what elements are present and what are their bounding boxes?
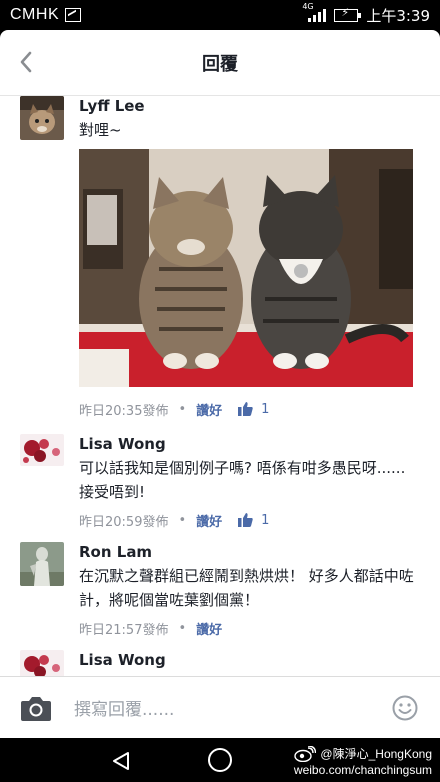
like-button[interactable]: 讚好 xyxy=(196,619,222,638)
two-cats-photo xyxy=(79,149,413,387)
comment-item: Lisa Wong 可以話我知是個別例子嗎? 唔係有咁多愚民呀......接受唔… xyxy=(0,434,440,530)
comment-item: Lyff Lee 對哩~ 昨日20:35發佈 • 讚好 1 xyxy=(0,96,440,419)
status-bar: CMHK 4G 上午3:39 xyxy=(0,0,440,30)
carrier-name: CMHK xyxy=(10,6,60,23)
camera-icon[interactable] xyxy=(20,694,52,722)
comment-author[interactable]: Lisa Wong xyxy=(79,650,420,670)
network-type: 4G xyxy=(302,2,314,11)
comment-meta: 昨日21:57發佈 • 讚好 xyxy=(79,619,223,638)
flower-avatar-image xyxy=(20,434,64,466)
comment-photo[interactable] xyxy=(79,149,413,387)
comment-meta: 昨日20:35發佈 • 讚好 1 xyxy=(79,400,270,419)
comment-meta: 昨日20:59發佈 • 讚好 1 xyxy=(79,511,270,530)
replies-panel: 回覆 Lyff Lee 對哩~ 昨日20:35發佈 • 讚好 1 Lisa Wo… xyxy=(0,30,440,738)
battery-charging-icon xyxy=(334,6,362,22)
flower-avatar-image xyxy=(20,650,64,676)
avatar[interactable] xyxy=(20,650,64,676)
nav-back-icon[interactable] xyxy=(110,750,132,772)
like-count: 1 xyxy=(261,401,270,417)
thumbs-up-icon xyxy=(238,513,253,527)
clock: 上午3:39 xyxy=(366,6,430,25)
avatar[interactable] xyxy=(20,96,64,140)
comment-time: 昨日21:57發佈 xyxy=(79,622,169,638)
nav-home-icon[interactable] xyxy=(208,748,232,772)
system-nav-bar: @陳淨心_HongKong weibo.com/chanchingsum xyxy=(0,738,440,782)
comment-time: 昨日20:59發佈 xyxy=(79,514,169,530)
reply-input[interactable]: 撰寫回覆...... xyxy=(74,695,174,720)
avatar[interactable] xyxy=(20,542,64,586)
header: 回覆 xyxy=(0,30,440,96)
watermark-url: weibo.com/chanchingsum xyxy=(293,763,432,777)
watermark-handle: @陳淨心_HongKong xyxy=(320,747,432,761)
emoji-icon[interactable] xyxy=(392,695,418,721)
thumbs-up-icon xyxy=(238,402,253,416)
like-count: 1 xyxy=(261,512,270,528)
comment-list: Lyff Lee 對哩~ 昨日20:35發佈 • 讚好 1 Lisa Wong … xyxy=(0,96,440,676)
like-button[interactable]: 讚好 xyxy=(196,511,222,530)
avatar[interactable] xyxy=(20,434,64,466)
back-button[interactable] xyxy=(14,50,38,74)
comment-author[interactable]: Lisa Wong xyxy=(79,434,420,454)
comment-author[interactable]: Lyff Lee xyxy=(79,96,420,116)
reply-composer: 撰寫回覆...... xyxy=(0,676,440,738)
comment-item: Lisa Wong xyxy=(0,650,440,676)
comment-author[interactable]: Ron Lam xyxy=(79,542,420,562)
watermark: @陳淨心_HongKong weibo.com/chanchingsum xyxy=(294,746,432,778)
statue-avatar-image xyxy=(20,542,64,586)
signal-icon: 4G xyxy=(302,2,327,22)
chevron-left-icon xyxy=(20,51,32,73)
cat-avatar-image xyxy=(20,96,64,140)
comment-text: 可以話我知是個別例子嗎? 唔係有咁多愚民呀......接受唔到! xyxy=(79,459,406,501)
image-notification-icon xyxy=(65,8,82,22)
comment-item: Ron Lam 在沉默之聲群組已經鬧到熱烘烘！ 好多人都話中咗計，將呢個當咗葉劉… xyxy=(0,542,440,638)
weibo-logo-icon xyxy=(294,746,317,762)
comment-text: 對哩~ xyxy=(79,121,122,139)
comment-time: 昨日20:35發佈 xyxy=(79,403,169,419)
page-title: 回覆 xyxy=(202,53,238,75)
like-button[interactable]: 讚好 xyxy=(196,400,222,419)
comment-text: 在沉默之聲群組已經鬧到熱烘烘！ 好多人都話中咗計，將呢個當咗葉劉個黨！ xyxy=(79,567,414,609)
